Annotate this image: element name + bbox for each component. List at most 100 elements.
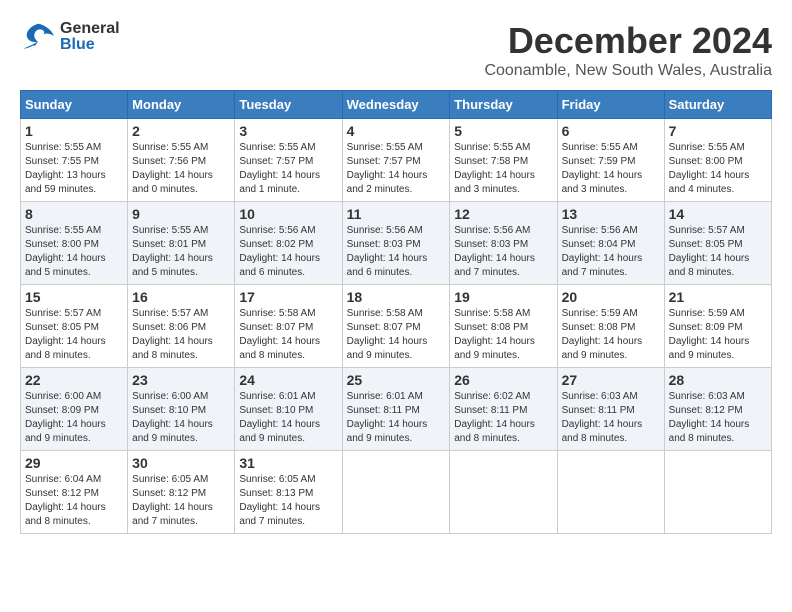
sunset-label: Sunset: 8:04 PM: [562, 239, 636, 250]
sunrise-label: Sunrise: 5:58 AM: [239, 308, 315, 319]
calendar-cell: 11 Sunrise: 5:56 AM Sunset: 8:03 PM Dayl…: [342, 202, 450, 285]
sunset-label: Sunset: 8:12 PM: [132, 488, 206, 499]
day-number: 11: [347, 206, 446, 222]
sunrise-label: Sunrise: 5:58 AM: [347, 308, 423, 319]
day-number: 20: [562, 289, 660, 305]
day-info: Sunrise: 5:55 AM Sunset: 7:56 PM Dayligh…: [132, 141, 230, 197]
sunset-label: Sunset: 8:13 PM: [239, 488, 313, 499]
day-info: Sunrise: 5:59 AM Sunset: 8:08 PM Dayligh…: [562, 307, 660, 363]
sunset-label: Sunset: 8:05 PM: [669, 239, 743, 250]
day-number: 29: [25, 455, 123, 471]
sunrise-label: Sunrise: 5:55 AM: [239, 142, 315, 153]
day-info: Sunrise: 6:05 AM Sunset: 8:13 PM Dayligh…: [239, 473, 337, 529]
daylight-label: Daylight: 14 hours and 8 minutes.: [132, 336, 213, 361]
sunset-label: Sunset: 8:10 PM: [239, 405, 313, 416]
sunrise-label: Sunrise: 5:55 AM: [132, 142, 208, 153]
calendar-week-row: 29 Sunrise: 6:04 AM Sunset: 8:12 PM Dayl…: [21, 451, 772, 534]
sunrise-label: Sunrise: 6:04 AM: [25, 474, 101, 485]
sunset-label: Sunset: 8:01 PM: [132, 239, 206, 250]
day-info: Sunrise: 5:59 AM Sunset: 8:09 PM Dayligh…: [669, 307, 767, 363]
sunset-label: Sunset: 8:10 PM: [132, 405, 206, 416]
sunset-label: Sunset: 8:02 PM: [239, 239, 313, 250]
weekday-header-tuesday: Tuesday: [235, 91, 342, 119]
day-number: 9: [132, 206, 230, 222]
calendar-cell: 18 Sunrise: 5:58 AM Sunset: 8:07 PM Dayl…: [342, 285, 450, 368]
sunrise-label: Sunrise: 5:57 AM: [669, 225, 745, 236]
title-area: December 2024 Coonamble, New South Wales…: [484, 20, 772, 80]
weekday-header-monday: Monday: [128, 91, 235, 119]
day-number: 2: [132, 123, 230, 139]
sunset-label: Sunset: 8:03 PM: [454, 239, 528, 250]
day-number: 13: [562, 206, 660, 222]
day-info: Sunrise: 6:02 AM Sunset: 8:11 PM Dayligh…: [454, 390, 552, 446]
day-number: 19: [454, 289, 552, 305]
daylight-label: Daylight: 14 hours and 9 minutes.: [347, 336, 428, 361]
calendar-cell: 14 Sunrise: 5:57 AM Sunset: 8:05 PM Dayl…: [664, 202, 771, 285]
sunrise-label: Sunrise: 5:55 AM: [454, 142, 530, 153]
calendar-cell: 19 Sunrise: 5:58 AM Sunset: 8:08 PM Dayl…: [450, 285, 557, 368]
daylight-label: Daylight: 14 hours and 9 minutes.: [454, 336, 535, 361]
daylight-label: Daylight: 14 hours and 5 minutes.: [132, 253, 213, 278]
day-info: Sunrise: 6:00 AM Sunset: 8:10 PM Dayligh…: [132, 390, 230, 446]
daylight-label: Daylight: 14 hours and 7 minutes.: [562, 253, 643, 278]
weekday-header-saturday: Saturday: [664, 91, 771, 119]
sunrise-label: Sunrise: 5:55 AM: [25, 225, 101, 236]
sunrise-label: Sunrise: 6:01 AM: [239, 391, 315, 402]
calendar-cell: 15 Sunrise: 5:57 AM Sunset: 8:05 PM Dayl…: [21, 285, 128, 368]
sunrise-label: Sunrise: 5:59 AM: [669, 308, 745, 319]
day-info: Sunrise: 5:56 AM Sunset: 8:04 PM Dayligh…: [562, 224, 660, 280]
daylight-label: Daylight: 14 hours and 0 minutes.: [132, 170, 213, 195]
calendar-cell: 26 Sunrise: 6:02 AM Sunset: 8:11 PM Dayl…: [450, 368, 557, 451]
sunrise-label: Sunrise: 6:02 AM: [454, 391, 530, 402]
day-number: 23: [132, 372, 230, 388]
sunset-label: Sunset: 8:12 PM: [25, 488, 99, 499]
sunset-label: Sunset: 8:12 PM: [669, 405, 743, 416]
day-info: Sunrise: 6:03 AM Sunset: 8:12 PM Dayligh…: [669, 390, 767, 446]
sunrise-label: Sunrise: 6:00 AM: [25, 391, 101, 402]
weekday-header-sunday: Sunday: [21, 91, 128, 119]
weekday-header-wednesday: Wednesday: [342, 91, 450, 119]
calendar-cell: 1 Sunrise: 5:55 AM Sunset: 7:55 PM Dayli…: [21, 119, 128, 202]
sunrise-label: Sunrise: 6:00 AM: [132, 391, 208, 402]
sunrise-label: Sunrise: 5:55 AM: [669, 142, 745, 153]
sunset-label: Sunset: 7:55 PM: [25, 156, 99, 167]
weekday-header-friday: Friday: [557, 91, 664, 119]
calendar-cell: 25 Sunrise: 6:01 AM Sunset: 8:11 PM Dayl…: [342, 368, 450, 451]
daylight-label: Daylight: 14 hours and 4 minutes.: [669, 170, 750, 195]
daylight-label: Daylight: 14 hours and 8 minutes.: [669, 419, 750, 444]
day-number: 15: [25, 289, 123, 305]
day-number: 18: [347, 289, 446, 305]
calendar-cell: 20 Sunrise: 5:59 AM Sunset: 8:08 PM Dayl…: [557, 285, 664, 368]
day-info: Sunrise: 5:57 AM Sunset: 8:06 PM Dayligh…: [132, 307, 230, 363]
sunrise-label: Sunrise: 5:55 AM: [347, 142, 423, 153]
calendar-cell: 6 Sunrise: 5:55 AM Sunset: 7:59 PM Dayli…: [557, 119, 664, 202]
sunrise-label: Sunrise: 6:05 AM: [132, 474, 208, 485]
calendar-table: SundayMondayTuesdayWednesdayThursdayFrid…: [20, 90, 772, 534]
day-info: Sunrise: 5:56 AM Sunset: 8:03 PM Dayligh…: [347, 224, 446, 280]
daylight-label: Daylight: 14 hours and 9 minutes.: [132, 419, 213, 444]
day-info: Sunrise: 5:56 AM Sunset: 8:02 PM Dayligh…: [239, 224, 337, 280]
day-number: 12: [454, 206, 552, 222]
daylight-label: Daylight: 14 hours and 8 minutes.: [25, 502, 106, 527]
sunset-label: Sunset: 7:59 PM: [562, 156, 636, 167]
daylight-label: Daylight: 14 hours and 8 minutes.: [239, 336, 320, 361]
calendar-cell: 3 Sunrise: 5:55 AM Sunset: 7:57 PM Dayli…: [235, 119, 342, 202]
month-title: December 2024: [484, 20, 772, 62]
logo: General Blue: [20, 20, 120, 54]
daylight-label: Daylight: 14 hours and 8 minutes.: [454, 419, 535, 444]
calendar-week-row: 15 Sunrise: 5:57 AM Sunset: 8:05 PM Dayl…: [21, 285, 772, 368]
calendar-cell: 7 Sunrise: 5:55 AM Sunset: 8:00 PM Dayli…: [664, 119, 771, 202]
calendar-cell: 4 Sunrise: 5:55 AM Sunset: 7:57 PM Dayli…: [342, 119, 450, 202]
day-number: 10: [239, 206, 337, 222]
daylight-label: Daylight: 14 hours and 3 minutes.: [454, 170, 535, 195]
daylight-label: Daylight: 14 hours and 5 minutes.: [25, 253, 106, 278]
calendar-cell: 13 Sunrise: 5:56 AM Sunset: 8:04 PM Dayl…: [557, 202, 664, 285]
day-info: Sunrise: 5:55 AM Sunset: 8:00 PM Dayligh…: [669, 141, 767, 197]
daylight-label: Daylight: 14 hours and 9 minutes.: [25, 419, 106, 444]
sunrise-label: Sunrise: 5:55 AM: [25, 142, 101, 153]
day-number: 14: [669, 206, 767, 222]
day-number: 27: [562, 372, 660, 388]
sunset-label: Sunset: 8:09 PM: [669, 322, 743, 333]
day-info: Sunrise: 6:04 AM Sunset: 8:12 PM Dayligh…: [25, 473, 123, 529]
day-info: Sunrise: 5:55 AM Sunset: 7:58 PM Dayligh…: [454, 141, 552, 197]
